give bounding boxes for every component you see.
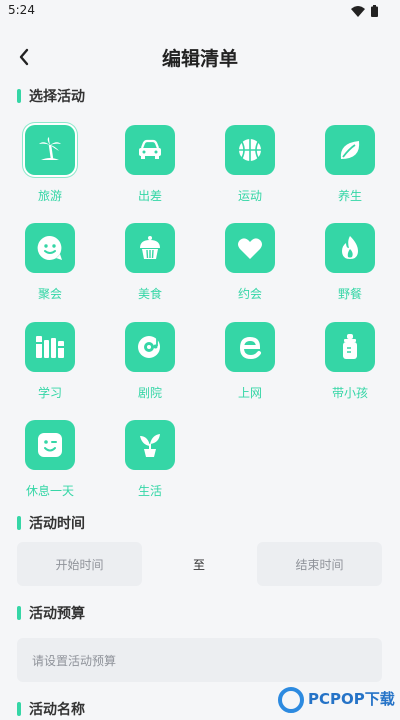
activity-date[interactable]: 约会 xyxy=(210,223,290,307)
activity-label: 运动 xyxy=(237,189,262,203)
browser-e-icon xyxy=(239,336,261,360)
activity-childcare[interactable]: 带小孩 xyxy=(310,322,390,406)
activity-tile xyxy=(125,322,175,372)
activity-tile xyxy=(225,322,275,372)
section-time: 活动时间 xyxy=(17,514,85,532)
activity-label: 聚会 xyxy=(37,287,62,301)
activity-party[interactable]: 聚会 xyxy=(10,223,90,307)
activity-tile xyxy=(25,420,75,470)
activity-label: 剧院 xyxy=(137,386,162,400)
activity-food[interactable]: 美食 xyxy=(110,223,190,307)
section-marker xyxy=(17,89,21,103)
section-budget: 活动预算 xyxy=(17,604,85,622)
header: 编辑清单 xyxy=(0,40,400,74)
activity-label: 野餐 xyxy=(337,287,362,301)
car-icon xyxy=(139,139,161,159)
activity-label: 约会 xyxy=(237,287,262,301)
sprout-icon xyxy=(140,434,160,457)
activity-study[interactable]: 学习 xyxy=(10,322,90,406)
section-time-title: 活动时间 xyxy=(29,516,85,532)
activity-wellness[interactable]: 养生 xyxy=(310,125,390,209)
flame-icon xyxy=(342,236,358,259)
activity-label: 带小孩 xyxy=(331,386,368,400)
activity-tile xyxy=(325,322,375,372)
activity-tile xyxy=(325,223,375,273)
wifi-icon xyxy=(351,5,365,17)
status-icons xyxy=(351,5,378,17)
watermark-text: PCPOP下载 xyxy=(308,690,395,708)
activity-internet[interactable]: 上网 xyxy=(210,322,290,406)
leaf-icon xyxy=(340,141,360,159)
activity-business-trip[interactable]: 出差 xyxy=(110,125,190,209)
end-time-placeholder: 结束时间 xyxy=(295,557,344,572)
activity-tile xyxy=(25,322,75,372)
smile-chat-icon xyxy=(37,235,62,260)
budget-placeholder: 请设置活动预算 xyxy=(32,653,117,668)
section-name-title: 活动名称 xyxy=(29,702,85,718)
activity-label: 美食 xyxy=(137,287,162,301)
section-marker xyxy=(17,606,21,620)
books-icon xyxy=(36,336,64,358)
watermark-p-icon xyxy=(278,687,304,713)
activity-sports[interactable]: 运动 xyxy=(210,125,290,209)
activity-tile xyxy=(125,125,175,175)
heart-icon xyxy=(238,238,262,259)
activity-picnic[interactable]: 野餐 xyxy=(310,223,390,307)
activity-theater[interactable]: 剧院 xyxy=(110,322,190,406)
activity-day-off[interactable]: 休息一天 xyxy=(10,420,90,504)
activity-tile xyxy=(25,223,75,273)
palm-tree-icon xyxy=(39,137,61,160)
section-marker xyxy=(17,516,21,530)
activity-tile xyxy=(125,420,175,470)
page-title: 编辑清单 xyxy=(161,48,238,70)
section-marker xyxy=(17,702,21,716)
activity-tile xyxy=(225,223,275,273)
activity-label: 学习 xyxy=(37,386,62,400)
activity-travel[interactable]: 旅游 xyxy=(10,125,90,209)
end-time-field[interactable]: 结束时间 xyxy=(257,542,382,586)
start-time-placeholder: 开始时间 xyxy=(55,557,104,572)
activity-label: 上网 xyxy=(237,386,262,400)
activity-label: 休息一天 xyxy=(25,484,74,498)
start-time-field[interactable]: 开始时间 xyxy=(17,542,142,586)
budget-input[interactable]: 请设置活动预算 xyxy=(17,638,382,682)
basketball-icon xyxy=(239,139,261,161)
activity-label: 生活 xyxy=(137,484,162,498)
activity-label: 旅游 xyxy=(37,189,62,203)
time-separator: 至 xyxy=(193,558,206,572)
section-activity-title: 选择活动 xyxy=(29,89,85,105)
cupcake-icon xyxy=(140,236,160,259)
activity-tile xyxy=(25,125,75,175)
activity-life[interactable]: 生活 xyxy=(110,420,190,504)
activity-label: 出差 xyxy=(137,189,162,203)
section-name: 活动名称 xyxy=(17,700,85,718)
activity-tile xyxy=(225,125,275,175)
music-disc-icon xyxy=(138,336,162,358)
section-activity: 选择活动 xyxy=(17,87,85,105)
activity-tile xyxy=(325,125,375,175)
section-budget-title: 活动预算 xyxy=(29,606,85,622)
status-time: 5:24 xyxy=(8,3,35,17)
wink-face-icon xyxy=(38,433,62,457)
status-bar: 5:24 xyxy=(0,0,400,24)
activity-tile xyxy=(125,223,175,273)
battery-icon xyxy=(371,5,378,17)
watermark-logo: PCPOP下载 xyxy=(276,684,400,720)
baby-bottle-icon xyxy=(343,334,357,359)
activity-label: 养生 xyxy=(337,189,362,203)
